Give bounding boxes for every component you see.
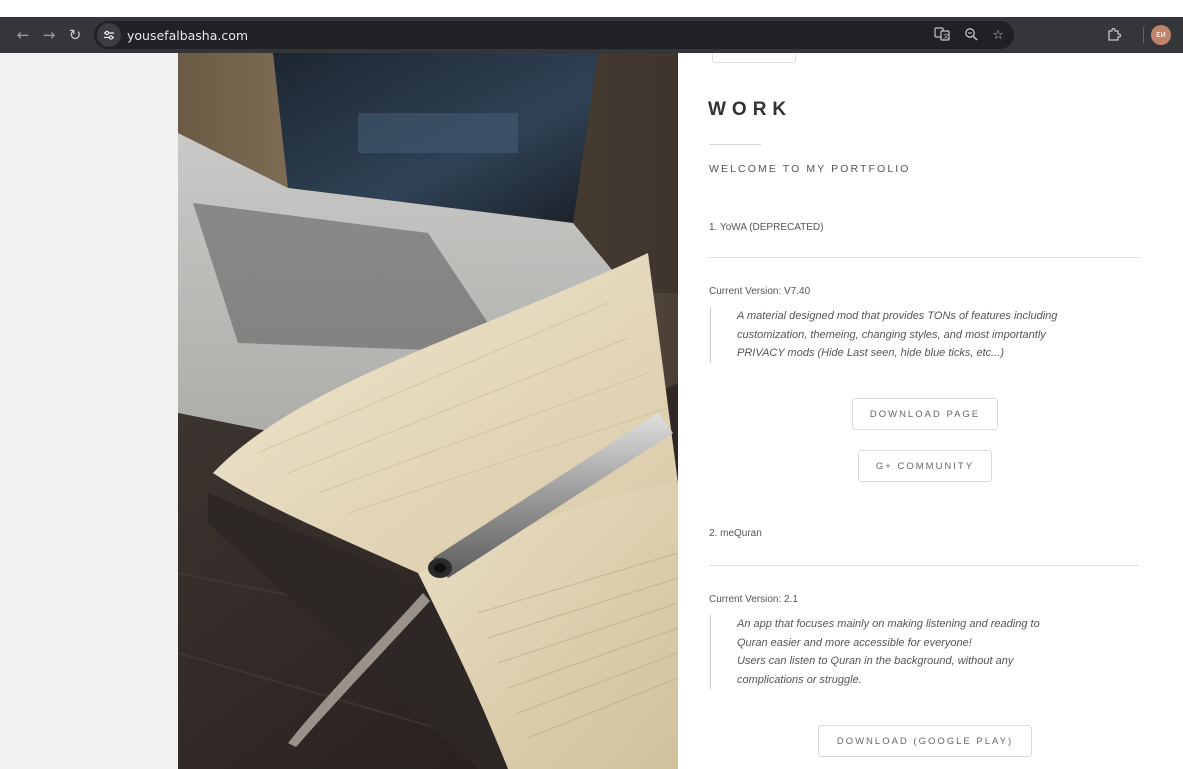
- translate-icon[interactable]: 文: [934, 26, 950, 44]
- star-icon[interactable]: ☆: [992, 29, 1004, 42]
- project-2-name: 2. meQuran: [709, 528, 762, 539]
- arrow-right-icon: →: [42, 26, 56, 44]
- project-2-description: An app that focuses mainly on making lis…: [710, 615, 1135, 689]
- project-2-divider: [709, 565, 1139, 566]
- download-google-play-button-label: DOWNLOAD (GOOGLE PLAY): [836, 735, 1014, 747]
- download-page-button-label: DOWNLOAD PAGE: [869, 408, 981, 420]
- forward-button[interactable]: →: [36, 22, 62, 48]
- previous-section-button[interactable]: [712, 53, 796, 63]
- g-plus-community-button-label: G+ COMMUNITY: [875, 460, 975, 472]
- toolbar-separator: [1143, 27, 1144, 43]
- browser-toolbar: ← → ↻ yousefalbasha.com 文 ☆ ЕИ: [0, 17, 1183, 53]
- avatar-initials: ЕИ: [1156, 31, 1166, 39]
- project-1-description-line: A material designed mod that provides TO…: [737, 310, 1058, 322]
- arrow-left-icon: ←: [16, 26, 30, 44]
- project-1-divider: [709, 257, 1139, 258]
- project-2-description-line: Quran easier and more accessible for eve…: [737, 636, 972, 649]
- project-2-description-line: complications or struggle.: [737, 673, 862, 686]
- window-top-strip: [0, 0, 1183, 17]
- extensions-button[interactable]: [1100, 21, 1128, 49]
- title-divider: [709, 144, 761, 145]
- profile-avatar[interactable]: ЕИ: [1151, 25, 1171, 45]
- url-text[interactable]: yousefalbasha.com: [127, 28, 248, 43]
- page-left-margin: [0, 53, 178, 769]
- notebook-photo-illustration: [178, 53, 678, 769]
- project-2-description-line: Users can listen to Quran in the backgro…: [737, 655, 1014, 667]
- g-plus-community-button[interactable]: G+ COMMUNITY: [858, 450, 992, 482]
- reload-icon: ↻: [68, 26, 82, 44]
- project-1-name: 1. YoWA (DEPRECATED): [709, 222, 824, 233]
- reload-button[interactable]: ↻: [62, 22, 88, 48]
- puzzle-icon: [1108, 27, 1122, 41]
- project-2-description-line: An app that focuses mainly on making lis…: [737, 618, 1040, 630]
- page-title: WORK: [708, 99, 793, 120]
- address-bar[interactable]: yousefalbasha.com 文 ☆: [94, 21, 1014, 49]
- project-1-description: A material designed mod that provides TO…: [710, 307, 1135, 363]
- project-1-description-line: customization, themeing, changing styles…: [737, 328, 1046, 341]
- portfolio-content: WORK WELCOME TO MY PORTFOLIO 1. YoWA (DE…: [678, 53, 1183, 769]
- svg-text:文: 文: [943, 32, 949, 40]
- download-google-play-button[interactable]: DOWNLOAD (GOOGLE PLAY): [818, 725, 1032, 757]
- tune-icon: [104, 30, 114, 40]
- hero-image-notebook-laptop: [178, 53, 678, 769]
- page-subtitle: WELCOME TO MY PORTFOLIO: [709, 163, 911, 175]
- zoom-icon[interactable]: [964, 27, 978, 44]
- download-page-button[interactable]: DOWNLOAD PAGE: [852, 398, 998, 430]
- project-2-version: Current Version: 2.1: [709, 594, 798, 605]
- site-info-button[interactable]: [97, 23, 121, 47]
- project-1-version: Current Version: V7.40: [709, 286, 811, 297]
- project-1-description-line: PRIVACY mods (Hide Last seen, hide blue …: [737, 347, 1004, 359]
- back-button[interactable]: ←: [10, 22, 36, 48]
